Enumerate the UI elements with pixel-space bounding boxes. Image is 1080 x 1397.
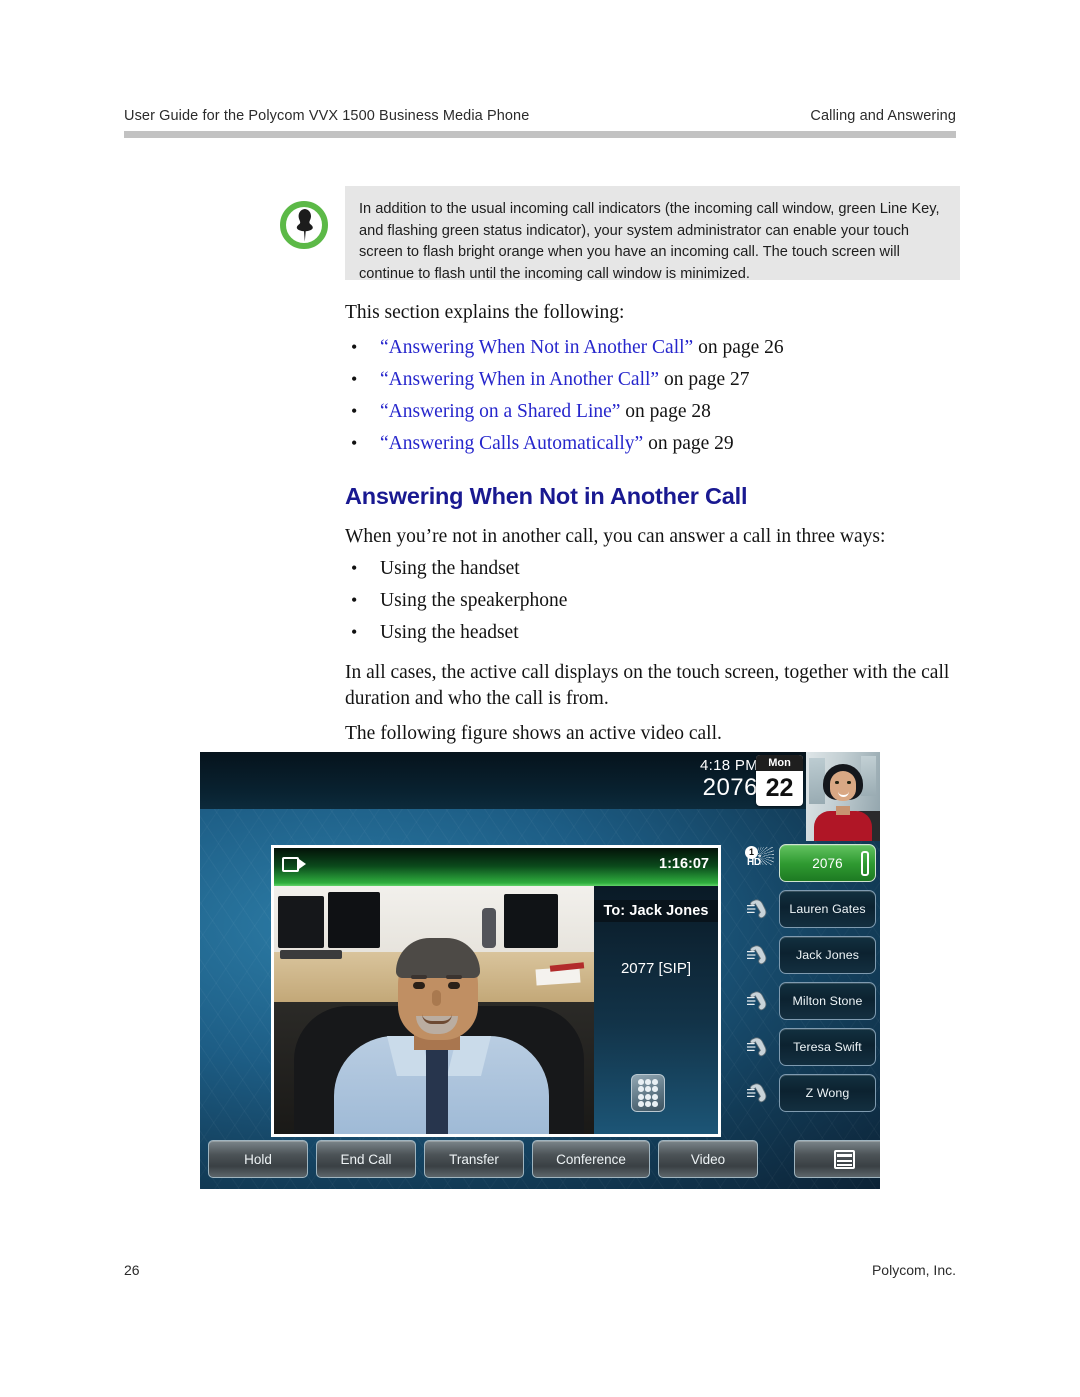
xref-suffix: on page 28: [620, 401, 711, 422]
ringing-rays-icon: [758, 847, 774, 865]
line-key-z-wong[interactable]: Z Wong: [779, 1074, 876, 1112]
handset-icon: [746, 1036, 775, 1060]
self-view-window-pane-2: [861, 756, 876, 796]
line-key-row: Milton Stone: [746, 980, 877, 1024]
video-speaker: [482, 908, 496, 948]
soft-key-video[interactable]: Video: [658, 1140, 758, 1178]
video-camera-icon: [282, 857, 306, 872]
handset-icon: [746, 1082, 775, 1106]
cross-reference-list: “Answering When Not in Another Call” on …: [345, 334, 957, 457]
video-person-eye-right: [448, 982, 460, 989]
line-key-row: Jack Jones: [746, 934, 877, 978]
video-person-brow-left: [411, 975, 427, 979]
paragraph-answer-ways: When you’re not in another call, you can…: [345, 526, 886, 547]
line-key-row: Lauren Gates: [746, 888, 877, 932]
video-person-tie: [426, 1042, 448, 1134]
xref-suffix: on page 29: [643, 433, 734, 454]
note-admonition: In addition to the usual incoming call i…: [270, 186, 960, 282]
phone-screen-figure: 4:18 PM 2076 Mon 22 1:16:07 To: Jack Jon…: [200, 752, 880, 1189]
page-running-header: User Guide for the Polycom VVX 1500 Busi…: [124, 108, 956, 124]
soft-key-hold[interactable]: Hold: [208, 1140, 308, 1178]
xref-suffix: on page 26: [693, 337, 784, 358]
active-call-window[interactable]: 1:16:07 To: Jack Jones 2077 [SIP]: [271, 845, 721, 1137]
page-footer: 26 Polycom, Inc.: [124, 1262, 956, 1278]
soft-key-bar: Hold End Call Transfer Conference Video: [208, 1137, 880, 1181]
dialpad-icon[interactable]: [631, 1074, 665, 1112]
paragraph-figure-intro: The following figure shows an active vid…: [345, 723, 722, 744]
page-number: 26: [124, 1262, 140, 1278]
list-item: Using the headset: [345, 619, 957, 646]
calendar-day-number: 22: [765, 774, 794, 802]
paragraph-active-call: In all cases, the active call displays o…: [345, 662, 950, 709]
header-divider-rule: [124, 131, 956, 138]
footer-company: Polycom, Inc.: [871, 1262, 956, 1278]
xref-link[interactable]: “Answering Calls Automatically”: [380, 433, 643, 454]
list-item: “Answering on a Shared Line” on page 28: [345, 398, 957, 425]
call-party-name: To: Jack Jones: [594, 900, 718, 922]
xref-link[interactable]: “Answering When Not in Another Call”: [380, 337, 693, 358]
intro-paragraph: This section explains the following:: [345, 302, 625, 323]
status-extension: 2076: [702, 774, 758, 801]
list-item: Using the speakerphone: [345, 587, 957, 614]
self-view-eye-left: [835, 781, 839, 784]
list-item: “Answering Calls Automatically” on page …: [345, 430, 957, 457]
self-view-eye-right: [847, 781, 851, 784]
status-time: 4:18 PM: [700, 757, 758, 774]
line-key-2076[interactable]: 2076: [779, 844, 876, 882]
line-key-lauren-gates[interactable]: Lauren Gates: [779, 890, 876, 928]
handset-icon: [746, 990, 775, 1014]
menu-list-icon: [833, 1149, 855, 1169]
header-title-right: Calling and Answering: [810, 108, 956, 124]
call-window-titlebar: 1:16:07: [274, 848, 718, 886]
line-key-row: Teresa Swift: [746, 1026, 877, 1070]
video-person-eye-left: [413, 982, 425, 989]
calendar-icon[interactable]: Mon 22: [756, 755, 803, 806]
line-key-row: 1 HD 2076: [745, 842, 877, 886]
answer-ways-list: Using the handset Using the speakerphone…: [345, 555, 957, 646]
video-monitor-1: [278, 896, 324, 948]
header-title-left: User Guide for the Polycom VVX 1500 Busi…: [124, 108, 530, 124]
video-monitor-2: [328, 892, 380, 948]
far-end-video-feed[interactable]: [274, 886, 594, 1134]
phone-status-bar: 4:18 PM 2076 Mon 22: [200, 752, 880, 809]
page-content: This section explains the following: “An…: [345, 300, 957, 756]
self-view-torso: [814, 811, 872, 841]
handset-icon: [746, 944, 775, 968]
line-keys-panel: 1 HD 2076 Lauren Gates Jack Jones Milton…: [745, 842, 877, 1118]
section-heading: Answering When Not in Another Call: [345, 483, 748, 509]
calendar-day-of-week: Mon: [756, 755, 803, 771]
video-monitor-3: [504, 894, 558, 948]
soft-key-end-call[interactable]: End Call: [316, 1140, 416, 1178]
video-person-brow-right: [446, 975, 462, 979]
list-item: “Answering When Not in Another Call” on …: [345, 334, 957, 361]
list-item: “Answering When in Another Call” on page…: [345, 366, 957, 393]
video-person-nose: [432, 990, 441, 1006]
call-party-number: 2077 [SIP]: [620, 960, 692, 977]
line-key-jack-jones[interactable]: Jack Jones: [779, 936, 876, 974]
soft-key-conference[interactable]: Conference: [532, 1140, 650, 1178]
self-view-thumbnail[interactable]: [806, 752, 880, 841]
xref-link[interactable]: “Answering When in Another Call”: [380, 369, 659, 390]
line-key-teresa-swift[interactable]: Teresa Swift: [779, 1028, 876, 1066]
status-clock-block: 4:18 PM 2076: [700, 757, 758, 801]
call-duration-timer: 1:16:07: [659, 856, 709, 872]
line-key-row: Z Wong: [746, 1072, 877, 1116]
soft-key-transfer[interactable]: Transfer: [424, 1140, 524, 1178]
hd-call-badge: 1 HD: [745, 846, 775, 876]
handset-icon: [746, 898, 775, 922]
line-key-milton-stone[interactable]: Milton Stone: [779, 982, 876, 1020]
soft-key-menu[interactable]: [794, 1140, 880, 1178]
list-item: Using the handset: [345, 555, 957, 582]
xref-suffix: on page 27: [659, 369, 750, 390]
self-view-neck: [836, 806, 850, 815]
video-keyboard: [280, 950, 342, 959]
note-text: In addition to the usual incoming call i…: [345, 186, 960, 282]
call-info-panel: To: Jack Jones 2077 [SIP]: [594, 886, 718, 1134]
xref-link[interactable]: “Answering on a Shared Line”: [380, 401, 620, 422]
pushpin-icon: [278, 199, 330, 251]
